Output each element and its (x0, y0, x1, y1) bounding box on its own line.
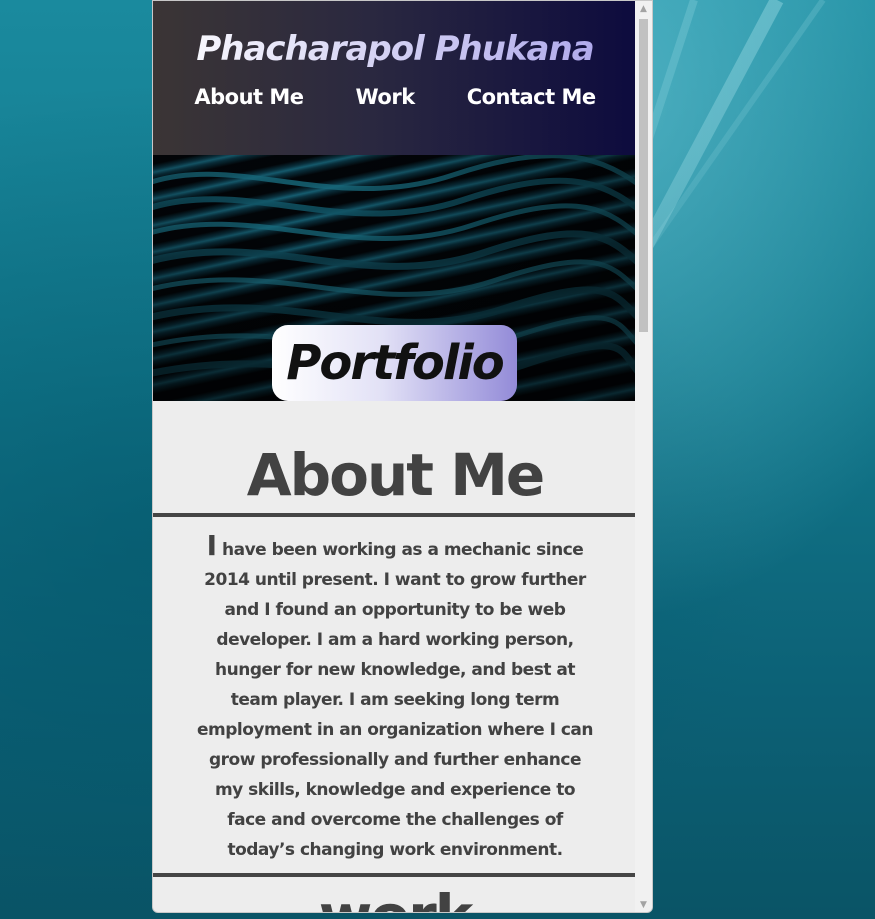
main-nav: About Me Work Contact Me (153, 85, 637, 109)
nav-about-me[interactable]: About Me (194, 85, 304, 109)
site-header: Phacharapol Phukana About Me Work Contac… (153, 1, 637, 155)
about-title: About Me (246, 441, 546, 509)
page-viewport: Phacharapol Phukana About Me Work Contac… (153, 1, 637, 912)
scroll-down-icon[interactable]: ▼ (635, 897, 652, 912)
scroll-thumb[interactable] (639, 19, 648, 332)
about-section: About Me I have been working as a mechan… (153, 401, 637, 877)
nav-contact-me[interactable]: Contact Me (467, 85, 596, 109)
portfolio-badge: Portfolio (272, 325, 517, 401)
about-dropcap: I (206, 529, 217, 562)
vertical-scrollbar[interactable]: ▲ ▼ (635, 1, 652, 912)
about-paragraph: I have been working as a mechanic since … (153, 517, 637, 873)
site-title: Phacharapol Phukana (153, 25, 637, 73)
scroll-up-icon[interactable]: ▲ (635, 1, 652, 18)
work-section: work (153, 877, 637, 912)
hero-banner: Portfolio (153, 155, 637, 401)
nav-work[interactable]: Work (356, 85, 416, 109)
work-title: work (153, 877, 637, 912)
browser-window: Phacharapol Phukana About Me Work Contac… (152, 0, 653, 913)
about-body-text: have been working as a mechanic since 20… (197, 540, 593, 860)
portfolio-label: Portfolio (286, 335, 505, 391)
